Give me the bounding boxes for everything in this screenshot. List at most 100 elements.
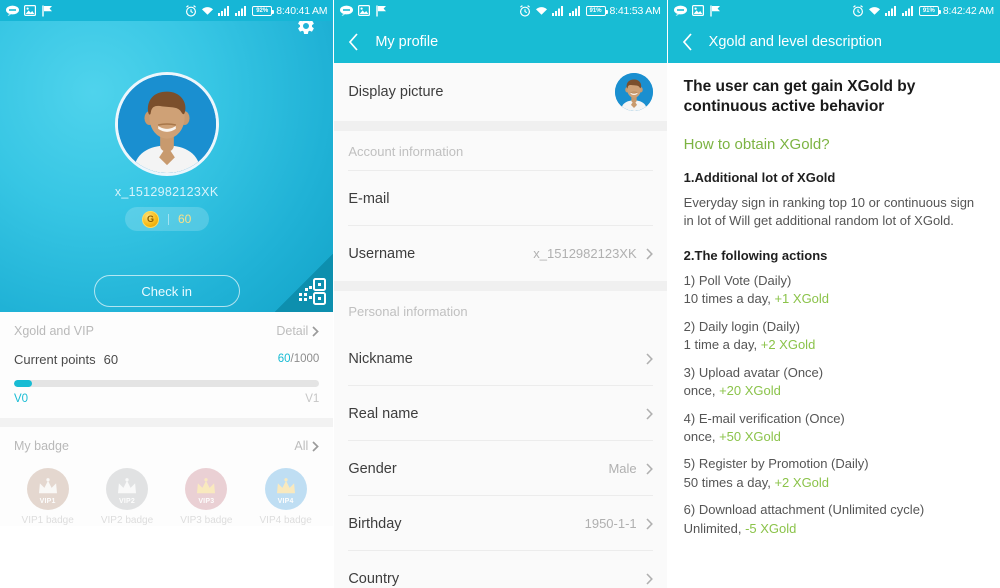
xgold-pill[interactable]: G 60 — [124, 207, 209, 231]
avatar[interactable] — [614, 73, 653, 111]
current-points-row: Current points 60 60/1000 — [0, 347, 333, 371]
gender-value: Male — [608, 461, 637, 476]
gender-value-group: Male — [608, 461, 653, 476]
battery-percent: 92% — [256, 7, 269, 14]
detail-label: Detail — [276, 324, 309, 338]
flag-icon — [42, 5, 52, 16]
status-bar: 91% 8:41:53 AM — [334, 0, 667, 21]
badge-item[interactable]: VIP2 VIP2 badge — [87, 468, 166, 526]
section1-body: Everyday sign in ranking top 10 or conti… — [683, 194, 975, 229]
vip4-badge-icon: VIP4 — [264, 468, 307, 510]
level-range: V0 V1 — [0, 387, 333, 418]
back-button[interactable] — [348, 33, 359, 51]
xgold-description-screen: 91% 8:42:42 AM Xgold and level descripti… — [666, 0, 1000, 588]
row-username[interactable]: Username x_1512982123XK — [334, 226, 667, 281]
signal2-icon — [901, 6, 913, 16]
qr-code-icon — [299, 278, 327, 305]
badge-name: VIP1 — [39, 498, 56, 505]
badge-item[interactable]: VIP4 VIP4 badge — [246, 468, 325, 526]
birthday-value: 1950-1-1 — [584, 516, 637, 531]
page-title: Xgold and level description — [708, 34, 882, 50]
avatar-illustration — [117, 75, 216, 173]
all-label: All — [294, 439, 309, 453]
sms-icon — [673, 5, 687, 16]
action-item: 4) E-mail verification (Once) once, +50 … — [684, 410, 984, 447]
avatar-illustration — [614, 73, 653, 111]
badge-label: VIP2 badge — [100, 515, 154, 526]
signal2-icon — [235, 6, 247, 16]
three-screenshot-strip: 92% 8:40:41 AM x_1512982123XK G 60 Check… — [0, 0, 1000, 588]
profile-list: Display picture Account information E-ma… — [334, 63, 667, 588]
badge-name: VIP3 — [198, 498, 215, 505]
row-email[interactable]: E-mail — [334, 171, 667, 226]
alarm-icon — [852, 4, 863, 17]
row-nickname[interactable]: Nickname — [334, 331, 667, 386]
username-value: x_1512982123XK — [533, 246, 637, 261]
email-value-redacted — [500, 187, 653, 210]
xgold-detail-link[interactable]: Detail — [276, 324, 320, 338]
action-title: 1) Poll Vote (Daily) — [683, 272, 792, 288]
badge-item[interactable]: VIP3 VIP3 badge — [167, 468, 246, 526]
back-arrow-icon — [682, 33, 692, 51]
action-freq: 1 time a day, — [683, 337, 761, 353]
battery-icon: 92% — [252, 5, 275, 16]
page-title: My profile — [375, 34, 439, 50]
badge-card-header: My badge All — [0, 427, 333, 462]
back-button[interactable] — [682, 33, 693, 51]
wifi-icon — [535, 7, 547, 15]
crown-icon — [197, 477, 216, 493]
clock: 8:42:42 AM — [942, 4, 994, 17]
badge-name: VIP4 — [277, 498, 294, 505]
section2-title: 2.The following actions — [683, 247, 828, 263]
row-birthday[interactable]: Birthday 1950-1-1 — [334, 496, 667, 551]
qr-code-button[interactable] — [275, 254, 334, 312]
clock: 8:40:41 AM — [276, 4, 328, 17]
avatar[interactable] — [114, 72, 219, 176]
country-label: Country — [348, 570, 400, 587]
status-bar-right-icons: 91% 8:42:42 AM — [852, 5, 994, 17]
xgold-card-header: Xgold and VIP Detail — [0, 312, 333, 347]
badge-list: VIP1 VIP1 badge VIP2 VIP2 badge VIP3 VIP… — [0, 462, 333, 526]
action-reward: +20 XGold — [719, 383, 781, 399]
section-gap — [334, 281, 667, 291]
action-title: 5) Register by Promotion (Daily) — [683, 456, 869, 472]
xgold-vip-card: Xgold and VIP Detail Current points 60 60… — [0, 312, 334, 418]
section-gap — [0, 418, 334, 427]
badge-label: VIP1 badge — [21, 515, 74, 526]
status-bar: 91% 8:42:42 AM — [667, 0, 1000, 21]
real-name-value-group — [637, 407, 653, 420]
real-name-label: Real name — [348, 405, 419, 422]
action-freq: 10 times a day, — [683, 291, 775, 307]
photo-icon — [24, 5, 36, 16]
row-display-picture[interactable]: Display picture — [334, 63, 667, 121]
account-section-header: Account information — [334, 131, 667, 171]
battery-icon: 91% — [585, 5, 608, 16]
crown-icon — [117, 477, 136, 493]
level-progress-fill — [14, 380, 33, 387]
badge-all-link[interactable]: All — [294, 439, 320, 453]
nickname-value-group — [637, 352, 653, 365]
flag-icon — [709, 5, 720, 16]
row-real-name[interactable]: Real name — [334, 386, 667, 441]
vip3-badge-icon: VIP3 — [185, 468, 228, 510]
username-value-group: x_1512982123XK — [533, 246, 653, 261]
battery-icon: 91% — [918, 5, 941, 16]
signal-icon — [551, 6, 563, 16]
row-country[interactable]: Country — [334, 551, 667, 588]
sms-icon — [6, 5, 19, 16]
gender-label: Gender — [348, 460, 397, 477]
row-gender[interactable]: Gender Male — [334, 441, 667, 496]
my-profile-screen: 91% 8:41:53 AM My profile Display pictur… — [333, 0, 667, 588]
birthday-label: Birthday — [348, 515, 402, 532]
points-current: 60 — [277, 353, 291, 365]
badge-item[interactable]: VIP1 VIP1 badge — [8, 468, 87, 526]
level-current: V0 — [14, 393, 29, 405]
signal2-icon — [568, 6, 580, 16]
status-bar-left-icons — [673, 5, 721, 17]
flag-icon — [376, 5, 387, 16]
check-in-button[interactable]: Check in — [93, 275, 240, 307]
personal-section-header: Personal information — [334, 291, 667, 331]
vip1-badge-icon: VIP1 — [26, 468, 69, 510]
battery-percent: 91% — [589, 7, 602, 14]
chevron-right-icon — [312, 440, 320, 452]
